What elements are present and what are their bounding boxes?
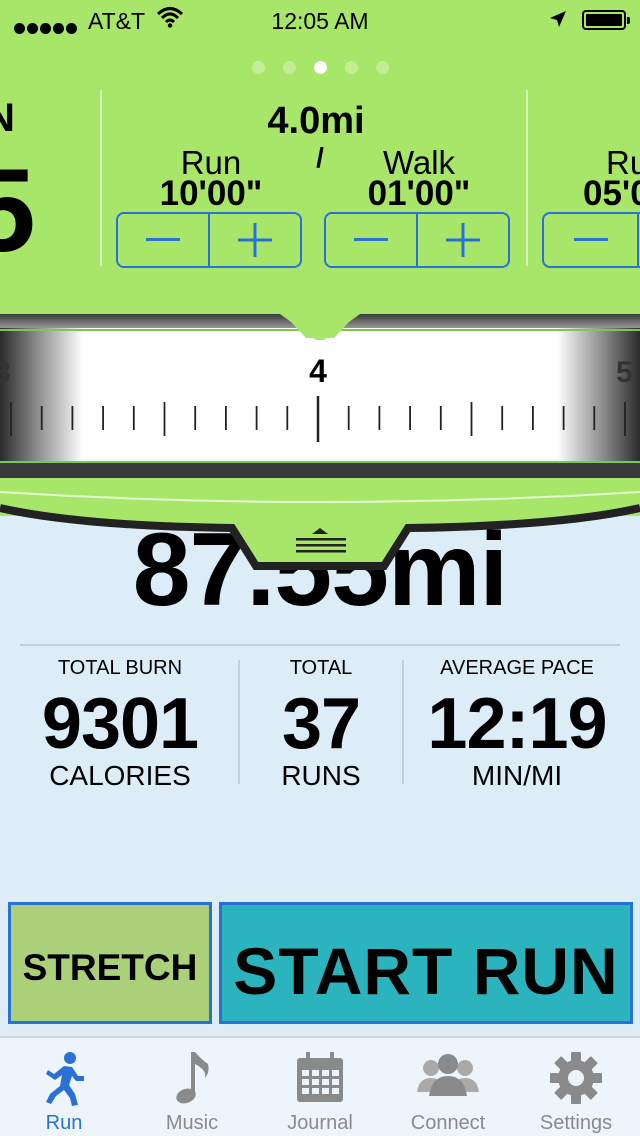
interval-divider xyxy=(526,90,528,266)
page-indicator[interactable] xyxy=(0,61,640,79)
tab-journal[interactable]: Journal xyxy=(256,1050,384,1135)
stats-divider xyxy=(20,644,620,646)
next-interval-stepper[interactable] xyxy=(542,212,640,268)
tab-journal-label: Journal xyxy=(287,1112,353,1134)
ruler-label-4: 4 xyxy=(309,353,327,389)
average-pace-unit: MIN/MI xyxy=(471,760,563,791)
minus-icon xyxy=(354,238,388,241)
page-dot[interactable] xyxy=(282,61,296,74)
run-time-value: 10'00" xyxy=(159,174,263,213)
run-decrease-button[interactable] xyxy=(118,214,208,266)
tab-settings[interactable]: Settings xyxy=(512,1050,640,1135)
start-run-button[interactable]: START RUN xyxy=(219,902,633,1024)
tab-run[interactable]: Run xyxy=(0,1050,128,1135)
minus-icon xyxy=(573,238,608,241)
tab-connect[interactable]: Connect xyxy=(384,1050,512,1135)
total-runs-value: 37 xyxy=(281,684,361,764)
stretch-button-label: STRETCH xyxy=(22,947,198,988)
plus-icon xyxy=(446,223,480,257)
walk-increase-button[interactable] xyxy=(416,214,508,266)
status-bar: AT&T 12:05 AM xyxy=(0,0,640,40)
prev-interval-value: 5 xyxy=(0,145,36,277)
total-burn-value: 9301 xyxy=(41,684,199,764)
page-dot[interactable] xyxy=(375,61,389,74)
total-burn-unit: CALORIES xyxy=(49,760,191,791)
next-interval-value: 05'0 xyxy=(583,174,640,213)
next-decrease-button[interactable] xyxy=(544,214,637,266)
start-run-button-label: START RUN xyxy=(233,934,619,1008)
run-time-stepper[interactable] xyxy=(116,212,302,268)
drawer-handle[interactable] xyxy=(0,478,640,574)
page-dot-active[interactable] xyxy=(313,61,327,74)
calendar-icon xyxy=(297,1052,343,1102)
tab-music[interactable]: Music xyxy=(128,1050,256,1135)
prev-interval-label: N xyxy=(0,96,15,140)
music-note-icon xyxy=(176,1052,209,1104)
minus-icon xyxy=(146,238,180,241)
ruler-label-5: 5 xyxy=(616,356,633,389)
walk-time-stepper[interactable] xyxy=(324,212,510,268)
walk-decrease-button[interactable] xyxy=(326,214,416,266)
plus-icon xyxy=(238,223,272,257)
average-pace-label: AVERAGE PACE xyxy=(440,657,594,679)
runner-icon xyxy=(46,1052,84,1106)
walk-time-value: 01'00" xyxy=(367,174,471,213)
location-arrow-icon xyxy=(548,9,568,35)
battery-icon xyxy=(582,10,630,30)
stretch-button[interactable]: STRETCH xyxy=(8,902,212,1024)
total-runs-label: TOTAL xyxy=(289,657,353,679)
tab-bar: Run Music Journal Connect Settings xyxy=(0,1036,640,1136)
tab-settings-label: Settings xyxy=(539,1112,613,1134)
tab-connect-label: Connect xyxy=(410,1112,486,1134)
interval-divider xyxy=(100,90,102,266)
ruler-label-3: 3 xyxy=(0,356,11,389)
interval-distance: 4.0mi xyxy=(267,100,365,142)
total-runs-unit: RUNS xyxy=(281,760,361,791)
tab-run-label: Run xyxy=(45,1112,83,1134)
people-icon xyxy=(417,1054,479,1096)
page-dot[interactable] xyxy=(251,61,265,74)
status-time: 12:05 AM xyxy=(271,8,369,34)
average-pace-value: 12:19 xyxy=(427,684,607,764)
ruler-pointer xyxy=(280,310,360,340)
run-increase-button[interactable] xyxy=(208,214,300,266)
total-burn-label: TOTAL BURN xyxy=(57,657,183,679)
page-dot[interactable] xyxy=(344,61,358,74)
gear-icon xyxy=(550,1052,602,1104)
tab-music-label: Music xyxy=(165,1112,219,1134)
